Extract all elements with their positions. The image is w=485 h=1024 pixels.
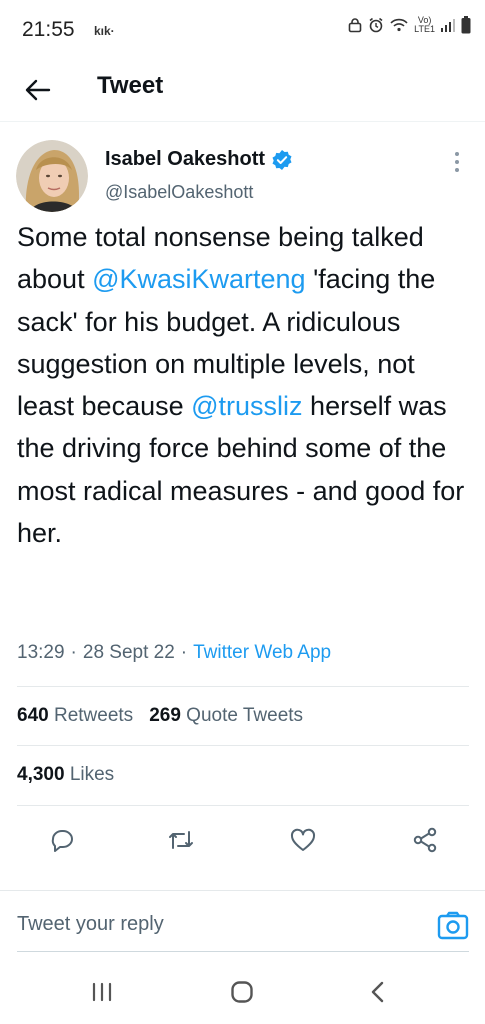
- signal-icon: [441, 19, 455, 32]
- lock-icon: [348, 18, 362, 33]
- tweet-author: Isabel Oakeshott @IsabelOakeshott: [0, 140, 485, 216]
- divider: [17, 805, 469, 806]
- likes-label: Likes: [69, 764, 115, 785]
- recent-apps-icon: [92, 982, 112, 1002]
- alarm-icon: [369, 17, 383, 33]
- page-title: Tweet: [97, 72, 164, 99]
- retweets-label: Retweets: [53, 705, 134, 726]
- reply-input[interactable]: [17, 913, 397, 936]
- dot-icon: [455, 168, 459, 172]
- retweet-button[interactable]: [163, 822, 199, 858]
- separator-dot: ·: [180, 642, 188, 663]
- retweet-icon: [169, 831, 193, 849]
- camera-button[interactable]: [436, 909, 470, 943]
- separator-dot: ·: [70, 642, 77, 663]
- share-icon: [413, 827, 437, 853]
- divider: [17, 686, 469, 687]
- heart-icon: [290, 828, 316, 851]
- likes-stat[interactable]: 4,300 Likes: [17, 764, 114, 786]
- quotes-count: 269: [149, 705, 181, 726]
- quotes-label: Quote Tweets: [186, 705, 304, 726]
- tweet-source[interactable]: Twitter Web App: [193, 642, 331, 664]
- system-back-button[interactable]: [358, 976, 398, 1008]
- author-name[interactable]: Isabel Oakeshott: [105, 148, 293, 171]
- reply-icon: [51, 830, 73, 852]
- tweet-actions: [0, 814, 485, 864]
- back-button[interactable]: [22, 74, 54, 106]
- author-handle[interactable]: @IsabelOakeshott: [105, 182, 253, 203]
- tweet-date[interactable]: 28 Sept 22: [83, 642, 175, 664]
- arrow-left-icon: [25, 79, 51, 101]
- dot-icon: [455, 152, 459, 156]
- volte-indicator: Vo) LTE1: [414, 15, 435, 34]
- avatar[interactable]: [16, 140, 88, 212]
- home-button[interactable]: [222, 976, 262, 1008]
- mention-link[interactable]: @trussliz: [191, 391, 302, 421]
- likes-stats: 4,300 Likes: [17, 764, 114, 786]
- status-app-notification: kık·: [94, 24, 115, 38]
- like-button[interactable]: [285, 822, 321, 858]
- author-name-text: Isabel Oakeshott: [105, 148, 266, 170]
- top-app-bar: Tweet: [0, 58, 485, 122]
- tweet-text: Some total nonsense being talked about @…: [17, 216, 475, 554]
- dot-icon: [455, 160, 459, 164]
- system-navigation-bar: [0, 962, 485, 1024]
- retweets-count: 640: [17, 705, 49, 726]
- mention-link[interactable]: @KwasiKwarteng: [92, 264, 306, 294]
- chevron-left-icon: [371, 981, 384, 1003]
- recent-apps-button[interactable]: [82, 976, 122, 1008]
- wifi-icon: [390, 18, 408, 32]
- retweets-stat[interactable]: 640 Retweets: [17, 705, 133, 727]
- status-icons: Vo) LTE1: [347, 16, 471, 34]
- share-button[interactable]: [407, 822, 443, 858]
- tweet-time[interactable]: 13:29: [17, 642, 65, 664]
- tweet-meta: 13:29 · 28 Sept 22 · Twitter Web App: [17, 642, 331, 664]
- verified-badge-icon: [272, 149, 292, 170]
- home-icon: [231, 981, 253, 1003]
- avatar-portrait-icon: [16, 140, 88, 212]
- reply-underline: [17, 951, 469, 952]
- camera-icon: [437, 911, 469, 940]
- status-time: 21:55: [22, 18, 75, 41]
- more-options-button[interactable]: [449, 150, 465, 174]
- divider: [17, 745, 469, 746]
- quote-tweets-stat[interactable]: 269 Quote Tweets: [149, 705, 303, 727]
- status-bar: 21:55 kık· Vo) LTE1: [0, 0, 485, 58]
- reply-button[interactable]: [44, 822, 80, 858]
- battery-icon: [461, 16, 471, 34]
- reply-composer: [0, 890, 485, 958]
- likes-count: 4,300: [17, 764, 65, 785]
- retweet-stats: 640 Retweets 269 Quote Tweets: [17, 705, 303, 727]
